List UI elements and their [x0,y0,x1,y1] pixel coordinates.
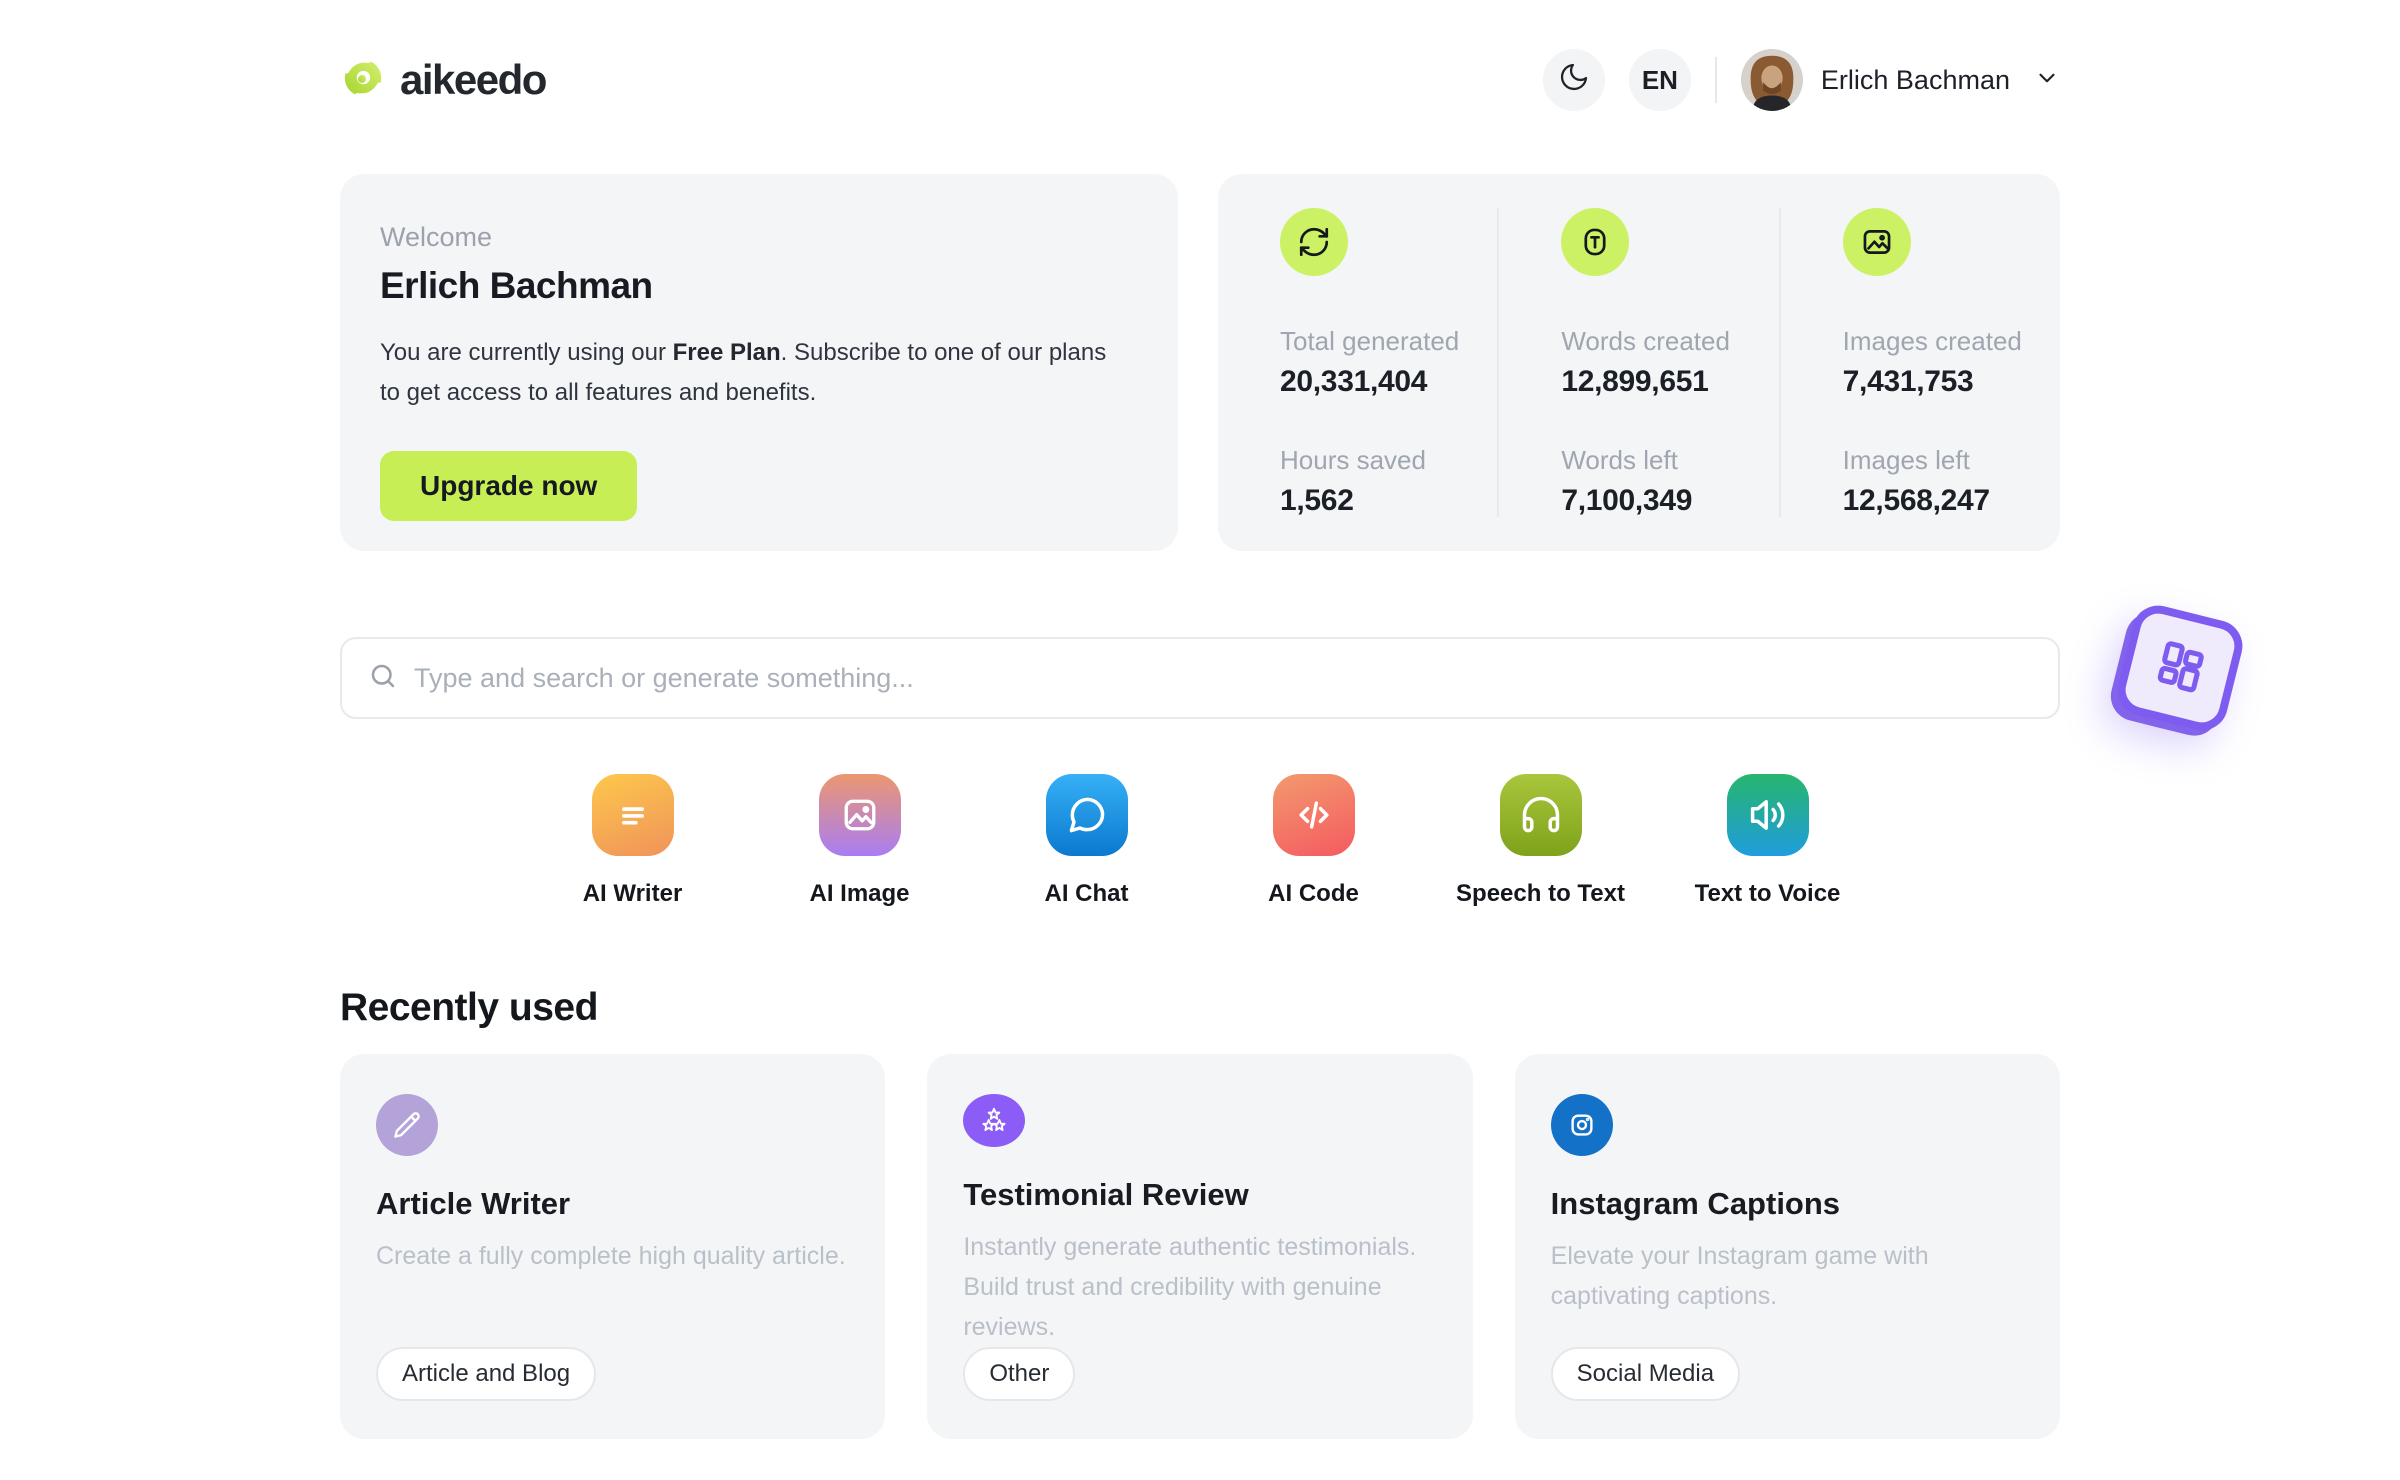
search-icon [368,661,398,696]
image-icon [818,774,901,856]
tool-label: Speech to Text [1456,880,1625,907]
dark-mode-toggle[interactable] [1542,49,1605,111]
logo[interactable]: aikeedo [340,55,547,106]
tool-ai-code[interactable]: AI Code [1200,774,1427,908]
stat-label: Images left [1842,445,1970,475]
recent-card-article-writer[interactable]: Article Writer Create a fully complete h… [340,1054,886,1439]
search-input[interactable] [414,662,2032,694]
recent-cards-row: Article Writer Create a fully complete h… [340,1054,2060,1439]
logo-text: aikeedo [400,56,547,103]
card-tag: Article and Blog [376,1347,597,1401]
code-icon [1272,774,1355,856]
stat-column-generated: Total generated 20,331,404 Hours saved 1… [1218,208,1497,517]
stat-label: Words left [1561,445,1678,475]
card-tag: Other [963,1347,1076,1401]
tool-ai-writer[interactable]: AI Writer [519,774,746,908]
pencil-icon [376,1094,438,1156]
stat-value: 1,562 [1280,484,1354,517]
sync-icon [1280,208,1348,276]
hero-row: Welcome Erlich Bachman You are currently… [340,174,2060,551]
moon-icon [1558,61,1590,100]
header: aikeedo EN Erlich Bachman [340,48,2060,112]
welcome-eyebrow: Welcome [380,222,493,252]
language-label: EN [1641,64,1678,95]
card-description: Elevate your Instagram game with captiva… [1550,1242,1929,1310]
card-tag: Social Media [1550,1347,1741,1401]
stat-value: 7,431,753 [1842,365,1974,398]
stat-value: 12,899,651 [1561,365,1709,398]
user-menu[interactable]: Erlich Bachman [1740,49,2060,111]
stat-label: Images created [1842,326,2022,356]
tool-ai-image[interactable]: AI Image [746,774,973,908]
tool-label: AI Image [809,880,910,907]
search-bar [340,637,2060,719]
chat-icon [1045,774,1128,856]
stats-card: Total generated 20,331,404 Hours saved 1… [1218,174,2060,551]
avatar [1740,49,1803,111]
chevron-down-icon [2034,65,2060,96]
recently-used-heading: Recently used [340,986,598,1029]
stat-value: 7,100,349 [1561,484,1693,517]
header-actions: EN Erlich Bachman [1542,49,2060,111]
plan-message: You are currently using our Free Plan. S… [380,339,1107,406]
stat-value: 12,568,247 [1842,484,1990,517]
writer-icon [591,774,674,856]
stat-label: Hours saved [1280,445,1426,475]
headphones-icon [1499,774,1582,856]
stat-column-words: Words created 12,899,651 Words left 7,10… [1497,208,1778,517]
instagram-icon [1550,1094,1613,1156]
image-icon [1842,208,1911,276]
card-title: Article Writer [376,1186,571,1221]
stat-column-images: Images created 7,431,753 Images left 12,… [1778,208,2060,517]
language-button[interactable]: EN [1628,49,1691,111]
dashboard-page: aikeedo EN Erlich Bachman Welcome Erlich… [340,0,2060,1439]
stat-label: Total generated [1280,326,1460,356]
tool-text-to-voice[interactable]: Text to Voice [1654,774,1881,908]
stars-icon [963,1094,1026,1147]
apps-grid-widget[interactable] [2112,600,2248,736]
tool-label: AI Chat [1044,880,1129,907]
letter-t-icon [1561,208,1630,276]
recent-card-instagram-captions[interactable]: Instagram Captions Elevate your Instagra… [1514,1054,2060,1439]
apps-grid-icon [2144,630,2216,705]
tool-label: AI Writer [582,880,683,907]
upgrade-button[interactable]: Upgrade now [380,451,638,521]
tool-label: AI Code [1268,880,1359,907]
card-title: Instagram Captions [1550,1186,1841,1221]
tools-row: AI Writer AI Image AI Chat AI Code Speec… [340,774,2060,908]
welcome-user-name: Erlich Bachman [380,265,653,306]
tool-speech-to-text[interactable]: Speech to Text [1427,774,1654,908]
stat-value: 20,331,404 [1280,365,1428,398]
tool-ai-chat[interactable]: AI Chat [973,774,1200,908]
recent-card-testimonial-review[interactable]: Testimonial Review Instantly generate au… [927,1054,1473,1439]
plan-name: Free Plan [672,339,781,366]
stat-label: Words created [1561,326,1730,356]
volume-icon [1726,774,1809,856]
user-name: Erlich Bachman [1820,64,2010,95]
logo-icon [340,55,386,106]
card-description: Create a fully complete high quality art… [376,1242,846,1270]
tool-label: Text to Voice [1694,880,1841,907]
card-description: Instantly generate authentic testimonial… [963,1233,1417,1341]
card-title: Testimonial Review [963,1177,1249,1212]
welcome-card: Welcome Erlich Bachman You are currently… [340,174,1178,551]
header-divider [1714,57,1717,103]
